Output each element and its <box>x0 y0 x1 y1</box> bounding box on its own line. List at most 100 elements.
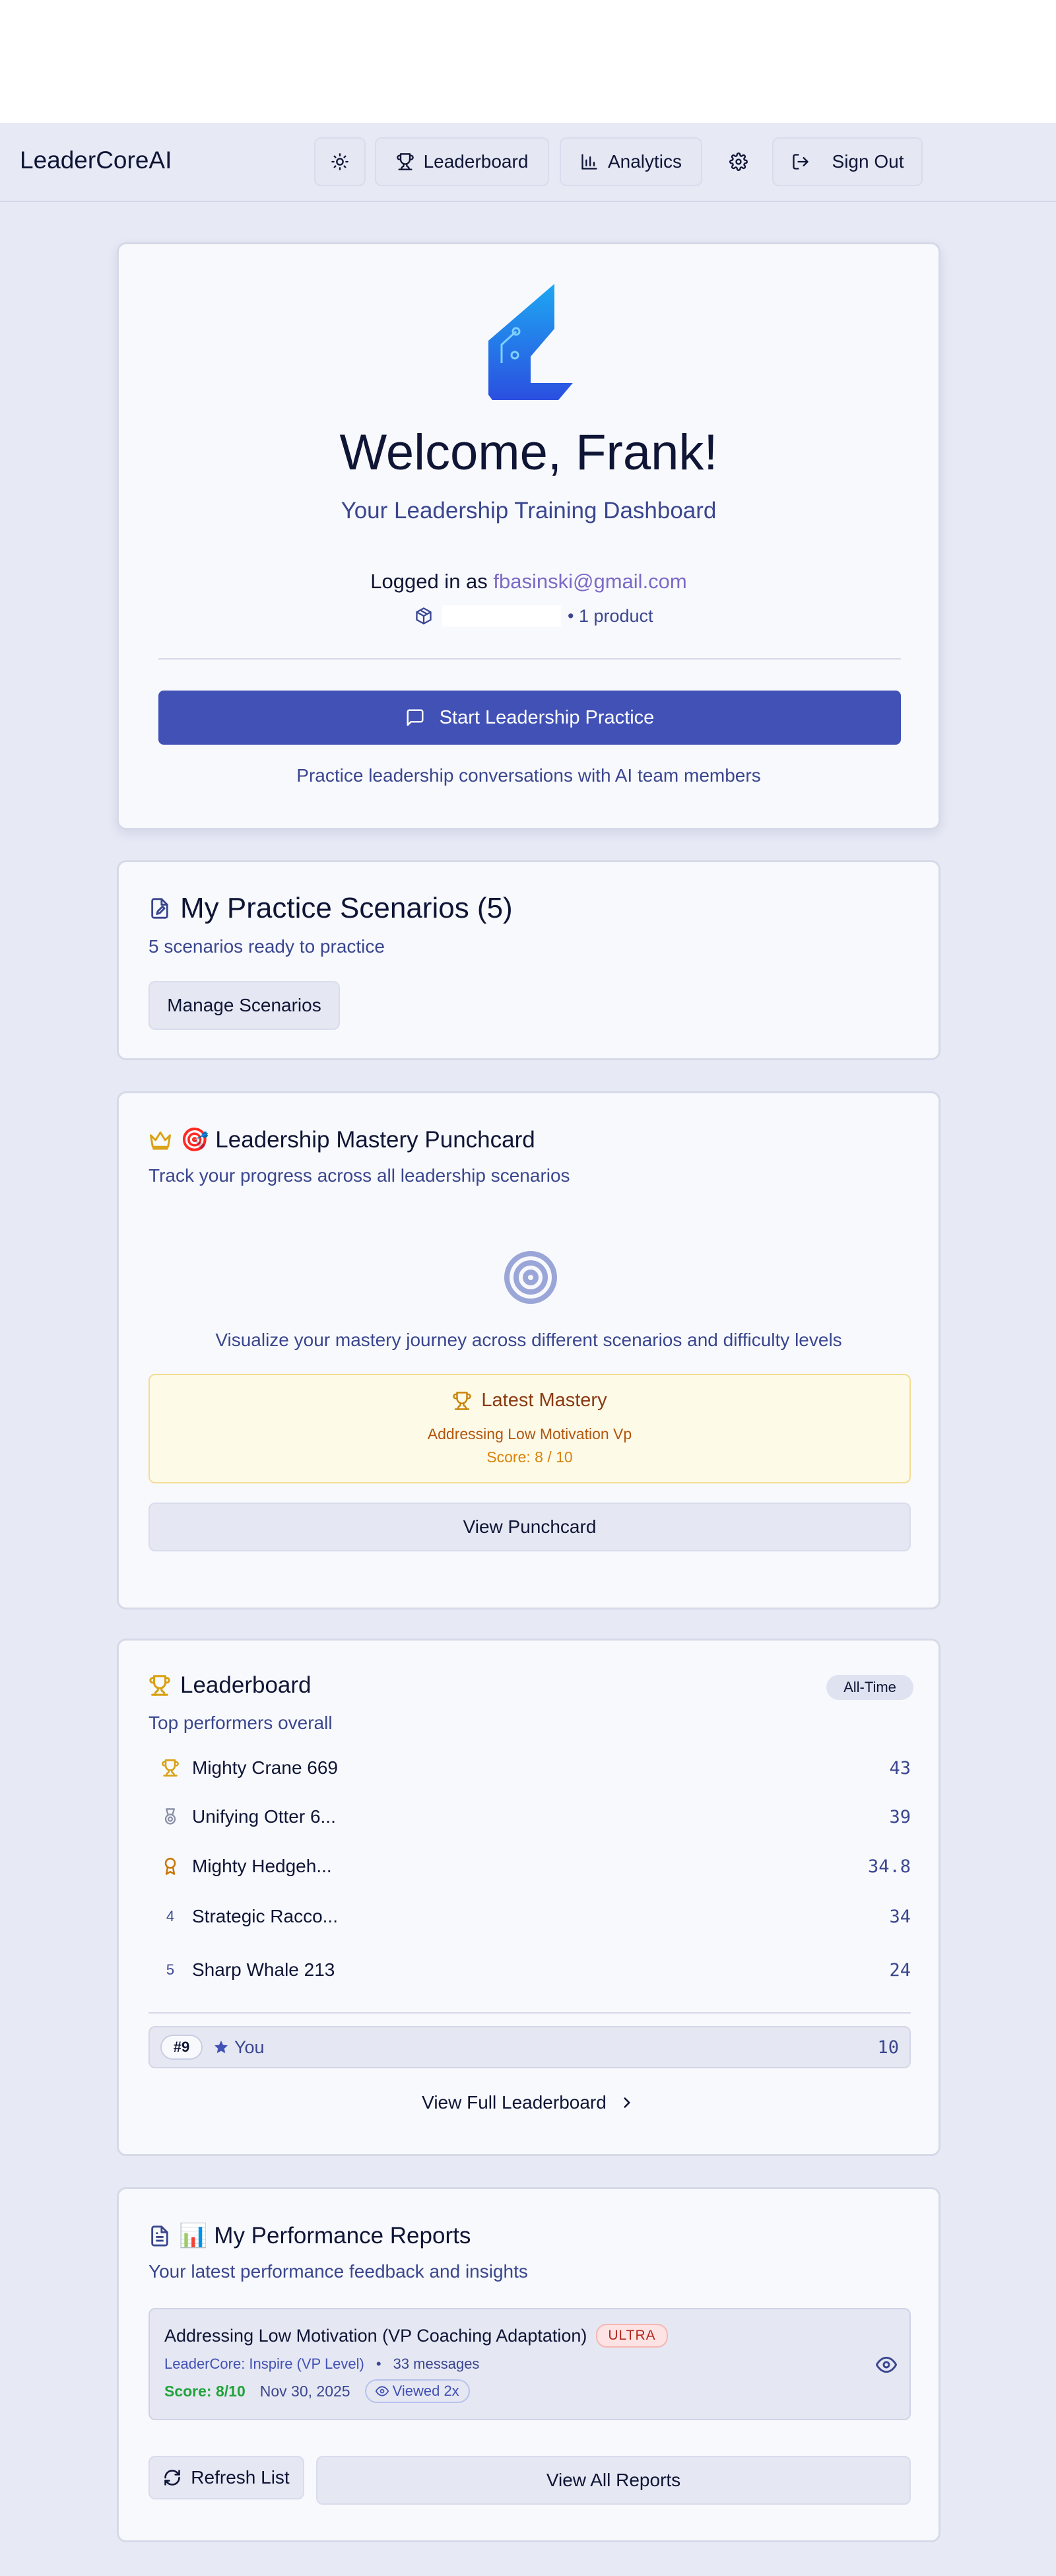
leaderboard-score: 39 <box>889 1806 911 1827</box>
leaderboard-score: 43 <box>889 1757 911 1779</box>
sun-icon <box>331 153 349 171</box>
sign-out-button[interactable]: Sign Out <box>772 137 923 186</box>
latest-mastery-panel: Latest Mastery Addressing Low Motivation… <box>148 1374 911 1483</box>
report-list-item[interactable]: Addressing Low Motivation (VP Coaching A… <box>148 2308 911 2420</box>
target-icon <box>503 1250 558 1305</box>
reports-header: 📊 My Performance Reports <box>148 2222 471 2249</box>
log-out-icon <box>791 153 810 171</box>
refresh-icon <box>163 2468 182 2487</box>
view-report-eye-icon[interactable] <box>875 2354 898 2379</box>
view-all-reports-button[interactable]: View All Reports <box>316 2456 911 2505</box>
start-practice-label: Start Leadership Practice <box>439 706 655 728</box>
leaderboard-score: 24 <box>889 1959 911 1981</box>
reports-subtitle: Your latest performance feedback and ins… <box>148 2261 528 2282</box>
leaderboard-rank: 5 <box>166 1961 175 1978</box>
view-punchcard-button[interactable]: View Punchcard <box>148 1503 911 1551</box>
your-rank-row[interactable]: #9 You 10 <box>148 2026 911 2068</box>
file-edit-icon <box>148 897 171 920</box>
product-count: • 1 product <box>568 605 653 626</box>
punchcard-visualize-text: Visualize your mastery journey across di… <box>215 1330 842 1350</box>
refresh-list-label: Refresh List <box>191 2467 290 2488</box>
manage-scenarios-label: Manage Scenarios <box>167 995 321 1015</box>
product-name-redacted <box>442 605 561 627</box>
star-icon <box>213 2039 229 2055</box>
report-date: Nov 30, 2025 <box>259 2382 350 2400</box>
view-punchcard-label: View Punchcard <box>463 1516 597 1537</box>
package-icon <box>414 607 433 625</box>
your-score: 10 <box>877 2037 899 2058</box>
start-practice-button[interactable]: Start Leadership Practice <box>158 691 901 745</box>
logged-in-prefix: Logged in as <box>370 570 494 593</box>
leaderboard-name: Mighty Crane 669 <box>192 1757 339 1778</box>
leaderboard-title: Leaderboard <box>180 1672 312 1698</box>
leaderboard-row[interactable]: Unifying Otter 6... 39 <box>148 1800 911 1833</box>
top-navigation-bar: LeaderCoreAI Leaderboard Analytics Sign … <box>0 123 1056 202</box>
report-messages: 33 messages <box>393 2356 480 2372</box>
user-email: fbasinski@gmail.com <box>493 570 687 593</box>
scenarios-subtitle: 5 scenarios ready to practice <box>148 936 385 957</box>
practice-hint: Practice leadership conversations with A… <box>296 765 761 786</box>
tier-badge: ULTRA <box>596 2324 668 2348</box>
trophy-icon <box>452 1391 472 1411</box>
report-product: LeaderCore: Inspire (VP Level) <box>164 2356 364 2372</box>
manage-scenarios-button[interactable]: Manage Scenarios <box>148 981 340 1030</box>
leaderboard-nav-label: Leaderboard <box>423 151 529 172</box>
leaderboard-name: Unifying Otter 6... <box>192 1806 336 1827</box>
brand-logo-text[interactable]: LeaderCoreAI <box>20 147 172 174</box>
your-name: You <box>234 2037 265 2057</box>
divider <box>148 2012 911 2014</box>
gear-icon <box>729 153 748 171</box>
report-title-row: Addressing Low Motivation (VP Coaching A… <box>164 2324 668 2348</box>
refresh-list-button[interactable]: Refresh List <box>148 2456 304 2499</box>
leaderboard-name: Strategic Racco... <box>192 1906 338 1926</box>
latest-mastery-label: Latest Mastery <box>481 1390 607 1411</box>
analytics-nav-button[interactable]: Analytics <box>560 137 702 186</box>
latest-mastery-score: Score: 8 / 10 <box>486 1448 573 1466</box>
silver-medal-icon <box>148 1808 192 1826</box>
report-stats-row: Score: 8/10 Nov 30, 2025 Viewed 2x <box>164 2379 470 2403</box>
leaderboard-row[interactable]: Mighty Hedgeh... 34.8 <box>148 1850 911 1883</box>
view-all-reports-label: View All Reports <box>546 2470 681 2490</box>
bronze-award-icon <box>148 1857 192 1876</box>
trophy-icon <box>148 1674 171 1697</box>
leaderboard-name: Mighty Hedgeh... <box>192 1856 332 1876</box>
leaderboard-name: Sharp Whale 213 <box>192 1959 335 1980</box>
scenarios-title: My Practice Scenarios (5) <box>180 892 513 924</box>
scenarios-card: My Practice Scenarios (5) 5 scenarios re… <box>117 860 940 1060</box>
viewed-count-badge: Viewed 2x <box>364 2379 470 2403</box>
divider <box>158 658 901 660</box>
theme-toggle-button[interactable] <box>314 137 366 186</box>
viewed-count: Viewed 2x <box>392 2383 459 2399</box>
gold-trophy-icon <box>148 1759 192 1777</box>
leaderboard-row[interactable]: Mighty Crane 669 43 <box>148 1751 911 1784</box>
view-full-leaderboard-link[interactable]: View Full Leaderboard <box>119 2092 939 2113</box>
leaderboard-row[interactable]: 5 Sharp Whale 213 24 <box>148 1953 911 1986</box>
report-meta-row: LeaderCore: Inspire (VP Level) • 33 mess… <box>164 2356 479 2373</box>
leaderboard-rank: 4 <box>166 1908 175 1924</box>
leaderboard-header: Leaderboard <box>148 1672 312 1699</box>
meta-separator: • <box>376 2356 381 2372</box>
punchcard-title: 🎯 Leadership Mastery Punchcard <box>180 1127 535 1153</box>
leaderboard-row[interactable]: 4 Strategic Racco... 34 <box>148 1900 911 1933</box>
file-text-icon <box>148 2225 171 2247</box>
app-root: LeaderCoreAI Leaderboard Analytics Sign … <box>0 123 1056 2576</box>
eye-icon <box>375 2385 389 2398</box>
leaderboard-card: Leaderboard All-Time Top performers over… <box>117 1639 940 2156</box>
message-square-icon <box>405 708 425 728</box>
your-rank-badge: #9 <box>160 2035 203 2060</box>
scenarios-header: My Practice Scenarios (5) <box>148 892 513 925</box>
leaderboard-subtitle: Top performers overall <box>148 1712 333 1733</box>
settings-button[interactable] <box>710 137 767 186</box>
app-logo-icon <box>488 284 573 403</box>
punchcard-card: 🎯 Leadership Mastery Punchcard Track you… <box>117 1091 940 1610</box>
logged-in-line: Logged in as fbasinski@gmail.com <box>119 570 939 593</box>
analytics-nav-label: Analytics <box>607 151 682 172</box>
welcome-card: Welcome, Frank! Your Leadership Training… <box>117 242 940 830</box>
leaderboard-nav-button[interactable]: Leaderboard <box>375 137 549 186</box>
view-full-leaderboard-label: View Full Leaderboard <box>422 2092 607 2113</box>
bar-chart-icon <box>580 153 599 171</box>
timeframe-badge[interactable]: All-Time <box>826 1675 913 1700</box>
chevron-right-icon <box>618 2094 636 2111</box>
punchcard-header: 🎯 Leadership Mastery Punchcard <box>148 1126 535 1153</box>
report-title: Addressing Low Motivation (VP Coaching A… <box>164 2325 587 2346</box>
